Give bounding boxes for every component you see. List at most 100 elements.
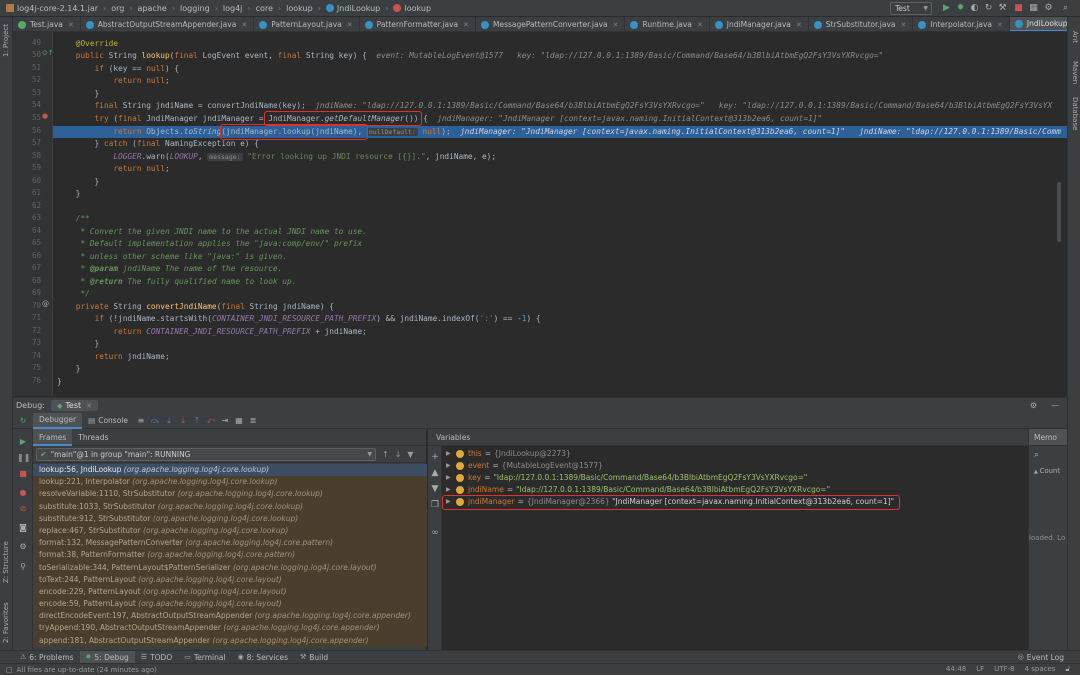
variable-row-key[interactable]: ▶ key = "ldap://127.0.0.1:1389/Basic/Comman…	[446, 472, 807, 484]
frame-item[interactable]: resolveVariable:1110, StrSubstitutor (or…	[33, 488, 427, 501]
rerun-icon[interactable]: ↻	[13, 413, 33, 429]
mute-breakpoints-icon[interactable]: ⊘	[17, 503, 29, 515]
arrow-up-icon[interactable]: ▲	[430, 468, 440, 478]
tab-message-pattern-converter[interactable]: MessagePatternConverter.java ✕	[476, 17, 626, 31]
breadcrumb-method[interactable]: lookup	[380, 4, 431, 13]
close-icon[interactable]: ✕	[86, 402, 92, 410]
stop-icon[interactable]: ■	[17, 468, 29, 480]
frame-item[interactable]: format:132, MessagePatternConverter (org…	[33, 537, 427, 550]
close-icon[interactable]: ✕	[68, 21, 74, 29]
frame-item[interactable]: directEncodeEvent:197, AbstractOutputStr…	[33, 610, 427, 623]
copy-icon[interactable]: ❐	[430, 500, 440, 510]
add-watch-icon[interactable]: +	[430, 452, 440, 462]
coverage-icon[interactable]: ◐	[969, 3, 980, 14]
structure-tool-button[interactable]: Z: Structure	[2, 541, 10, 583]
tab-pattern-layout[interactable]: PatternLayout.java ✕	[254, 17, 360, 31]
breadcrumb-logging[interactable]: logging	[167, 4, 210, 13]
arrow-down-icon[interactable]: ▼	[430, 484, 440, 494]
ant-tool-button[interactable]: Ant	[1071, 31, 1079, 43]
tab-interpolator[interactable]: Interpolator.java ✕	[913, 17, 1010, 31]
frame-item[interactable]: append:181, AbstractOutputStreamAppender…	[33, 634, 427, 647]
run-icon[interactable]: ▶	[941, 3, 952, 14]
tab-jndi-lookup[interactable]: JndiLookup.java✕	[1009, 17, 1067, 31]
gear-icon[interactable]: ⚙	[1030, 401, 1037, 410]
expand-arrow-icon[interactable]: ▶	[446, 460, 456, 472]
breadcrumb-class[interactable]: JndiLookup	[313, 4, 380, 13]
search-icon[interactable]: ⌕	[1034, 450, 1039, 460]
step-over-icon[interactable]: ⤼	[149, 415, 161, 427]
frame-item[interactable]: encode:229, PatternLayout (org.apache.lo…	[33, 585, 427, 599]
tab-str-substitutor[interactable]: StrSubstitutor.java ✕	[809, 17, 914, 31]
stop-icon[interactable]: ■	[1013, 3, 1024, 14]
event-log-button[interactable]: ◎ Event Log	[1012, 651, 1070, 664]
breadcrumb-jar[interactable]: log4j-core-2.14.1.jar	[6, 4, 98, 13]
project-tool-button[interactable]: 1: Project	[2, 24, 10, 57]
build-tool-button[interactable]: ⚒ Build	[294, 651, 334, 664]
memory-count-header[interactable]: ▲ Count	[1034, 467, 1060, 475]
file-encoding[interactable]: UTF-8	[994, 665, 1014, 674]
favorites-tool-button[interactable]: 2: Favorites	[2, 602, 10, 643]
frame-item[interactable]: substitute:912, StrSubstitutor (org.apac…	[33, 512, 427, 525]
breadcrumb-lookup-package[interactable]: lookup	[273, 4, 313, 13]
search-icon[interactable]: ⌕	[1060, 3, 1071, 14]
settings-icon[interactable]: ⚙	[1043, 3, 1054, 14]
show-execution-point-icon[interactable]: ≡	[135, 415, 147, 427]
code-editor[interactable]: 49 50 51 52 53 54 55 56 57 58 59 60 61 6…	[13, 32, 1067, 396]
settings-icon[interactable]: ⚙	[17, 541, 29, 553]
close-icon[interactable]: ✕	[463, 21, 469, 29]
problems-tool-button[interactable]: ⚠ 6: Problems	[14, 651, 80, 664]
pin-icon[interactable]: ⚲	[17, 561, 29, 573]
lock-icon[interactable]: 🔓︎	[1065, 665, 1070, 674]
close-icon[interactable]: ✕	[997, 21, 1003, 29]
filter-icon[interactable]: ▼	[407, 450, 413, 459]
implements-icon[interactable]: ⊙↑	[42, 49, 54, 57]
todo-tool-button[interactable]: ☰ TODO	[135, 651, 178, 664]
breadcrumb-apache[interactable]: apache	[124, 4, 167, 13]
frame-item[interactable]: toSerializable:344, PatternLayout$Patter…	[33, 561, 427, 574]
run-configuration-select[interactable]: Test ▼	[890, 2, 932, 15]
services-tool-button[interactable]: ◉ 8: Services	[232, 651, 294, 664]
profile-icon[interactable]: ↻	[983, 3, 994, 14]
frame-item[interactable]: format:38, PatternFormatter (org.apache.…	[33, 549, 427, 562]
step-into-icon[interactable]: ⤓	[163, 415, 175, 427]
expand-arrow-icon[interactable]: ▶	[446, 484, 456, 496]
memory-tab[interactable]: Memo	[1029, 429, 1067, 446]
tab-test-java[interactable]: Test.java ✕	[13, 17, 81, 31]
tab-frames[interactable]: Frames	[33, 428, 73, 446]
breadcrumb-core[interactable]: core	[242, 4, 273, 13]
pause-icon[interactable]: ❚❚	[17, 452, 30, 464]
thread-select[interactable]: ✔ "main"@1 in group "main": RUNNING ▼	[36, 447, 376, 461]
tab-debugger[interactable]: Debugger	[33, 412, 83, 429]
frame-item[interactable]: toText:244, PatternLayout (org.apache.lo…	[33, 573, 427, 586]
glasses-icon[interactable]: ∞	[430, 528, 440, 538]
tab-runtime[interactable]: Runtime.java ✕	[625, 17, 710, 31]
tab-jndi-manager[interactable]: JndiManager.java ✕	[710, 17, 809, 31]
step-out-icon[interactable]: ⤒	[191, 415, 203, 427]
build-project-icon[interactable]: ⚒	[997, 3, 1008, 14]
expand-arrow-icon[interactable]: ▶	[446, 472, 456, 484]
frame-item[interactable]: substitute:1033, StrSubstitutor (org.apa…	[33, 500, 427, 513]
close-icon[interactable]: ✕	[796, 21, 802, 29]
force-step-into-icon[interactable]: ⤓	[177, 415, 189, 427]
frame-item[interactable]: lookup:56, JndiLookup (org.apache.loggin…	[33, 464, 427, 477]
debug-session-tab[interactable]: ◆ Test ✕	[51, 400, 99, 411]
database-tool-button[interactable]: Database	[1071, 97, 1079, 130]
arrow-up-icon[interactable]: ↑	[382, 450, 389, 459]
tab-console[interactable]: ▤ Console	[82, 413, 134, 429]
project-structure-icon[interactable]: ▦	[1028, 3, 1039, 14]
arrow-down-icon[interactable]: ↓	[395, 450, 402, 459]
resume-icon[interactable]: ▶	[17, 436, 29, 448]
close-icon[interactable]: ✕	[241, 21, 247, 29]
variable-row-this[interactable]: ▶ this = {JndiLookup@2273}	[446, 448, 571, 460]
line-separator[interactable]: LF	[976, 665, 984, 674]
run-to-cursor-icon[interactable]: ⇥	[219, 415, 231, 427]
close-icon[interactable]: ✕	[347, 21, 353, 29]
breadcrumb-org[interactable]: org	[98, 4, 124, 13]
expand-arrow-icon[interactable]: ▶	[446, 448, 456, 460]
debug-tool-button[interactable]: ✹ 5: Debug	[79, 650, 135, 664]
variable-row-event[interactable]: ▶ event = {MutableLogEvent@1577}	[446, 460, 603, 472]
editor-scrollbar[interactable]	[1057, 182, 1061, 242]
camera-icon[interactable]: ◙	[17, 522, 29, 534]
maven-tool-button[interactable]: Maven	[1071, 61, 1079, 84]
terminal-tool-button[interactable]: ▭ Terminal	[178, 651, 231, 664]
